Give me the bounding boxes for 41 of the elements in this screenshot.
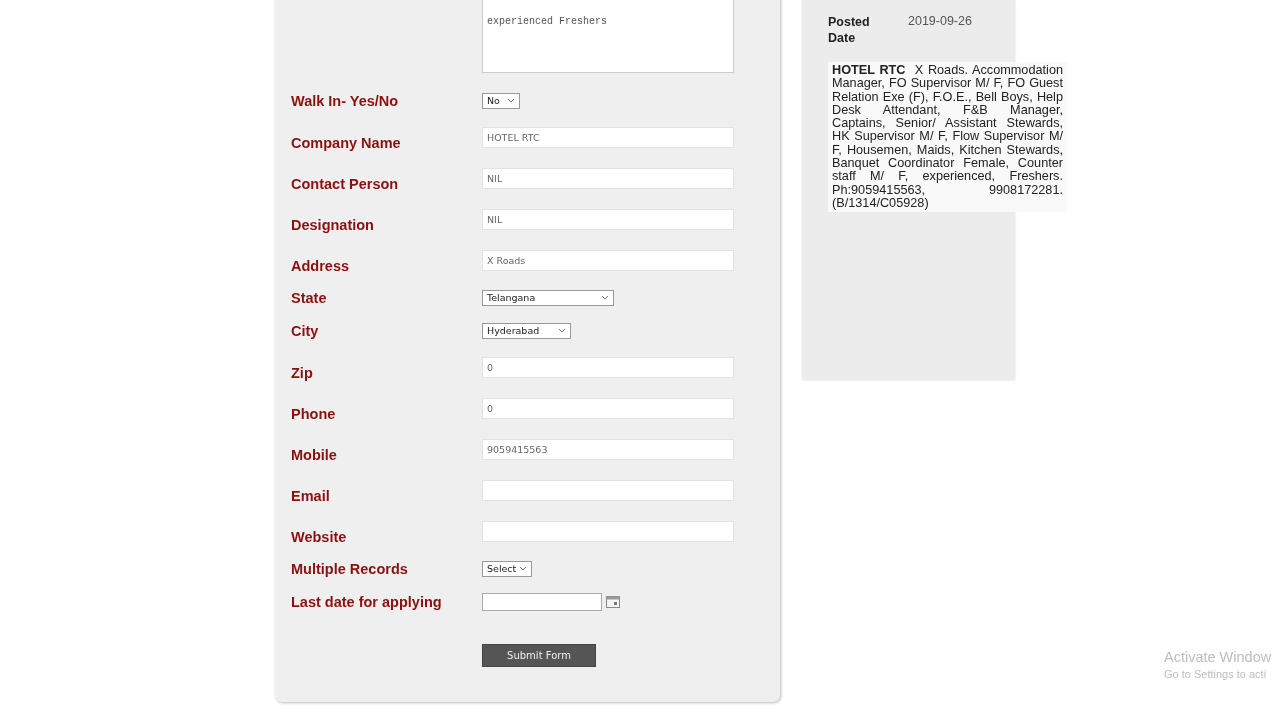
posted-date: 2019-09-26: [908, 14, 972, 30]
chevron-down-icon: [507, 98, 515, 103]
field-label: Contact Person: [291, 174, 400, 192]
submit-button[interactable]: Submit Form: [482, 644, 596, 667]
job-ad-text: HOTEL RTC X Roads. Accommodation Manager, FO Supervisor M/ F, FO Guest Relation Exe (F), F.O.E., Bell Boys, Help Desk Attendant, F&B Manager, Captains, Senior/ Assistant Stewards, HK Supervisor M/ F, Flow Supervisor M/ F, Housemen, Maids, Kitchen Stewards, Banquet Coordinator Female, Counter staff M/ F, experienced, Freshers. Ph:9059415563, 9908172281. (B/1314/C05928): [828, 62, 1067, 213]
input-field[interactable]: 9059415563: [482, 439, 734, 460]
field-label: Multiple Records: [291, 560, 409, 577]
field-label: Mobile: [291, 445, 338, 463]
field-label: Last date for applying: [291, 593, 443, 610]
input-field[interactable]: NIL: [482, 168, 734, 189]
field-label: City: [291, 322, 320, 339]
input-field[interactable]: 0: [482, 398, 734, 419]
field-label: Zip: [291, 363, 314, 381]
posted-date-label: Posted Date: [828, 14, 871, 46]
input-field[interactable]: [482, 480, 734, 501]
field-label: Phone: [291, 404, 337, 422]
description-textarea[interactable]: experienced Freshers: [482, 0, 734, 73]
field-label: Walk In- Yes/No: [291, 92, 400, 109]
chevron-down-icon: [558, 328, 566, 333]
input-field[interactable]: NIL: [482, 209, 734, 230]
field-label: Address: [291, 256, 351, 274]
field-label: Email: [291, 486, 331, 504]
activation-watermark-text: Go to Settings to acti: [1164, 668, 1268, 680]
textarea-line: experienced Freshers: [487, 16, 609, 27]
date-field[interactable]: [482, 592, 602, 611]
field-label: State: [291, 289, 328, 306]
input-field[interactable]: 0: [482, 357, 734, 378]
chevron-down-icon: [601, 295, 609, 300]
field-label: Designation: [291, 215, 375, 233]
field-label: Company Name: [291, 133, 402, 151]
field-label: Website: [291, 527, 348, 545]
dropdown[interactable]: Select: [482, 560, 532, 577]
chevron-down-icon: [519, 566, 527, 571]
input-field[interactable]: [482, 521, 734, 542]
dropdown[interactable]: Telangana: [482, 289, 614, 306]
calendar-icon[interactable]: [606, 595, 620, 608]
activation-watermark-title: Activate Window: [1164, 649, 1272, 665]
dropdown[interactable]: Hyderabad: [482, 322, 571, 339]
input-field[interactable]: X Roads: [482, 250, 734, 271]
input-field[interactable]: HOTEL RTC: [482, 127, 734, 148]
dropdown[interactable]: No: [482, 92, 520, 109]
